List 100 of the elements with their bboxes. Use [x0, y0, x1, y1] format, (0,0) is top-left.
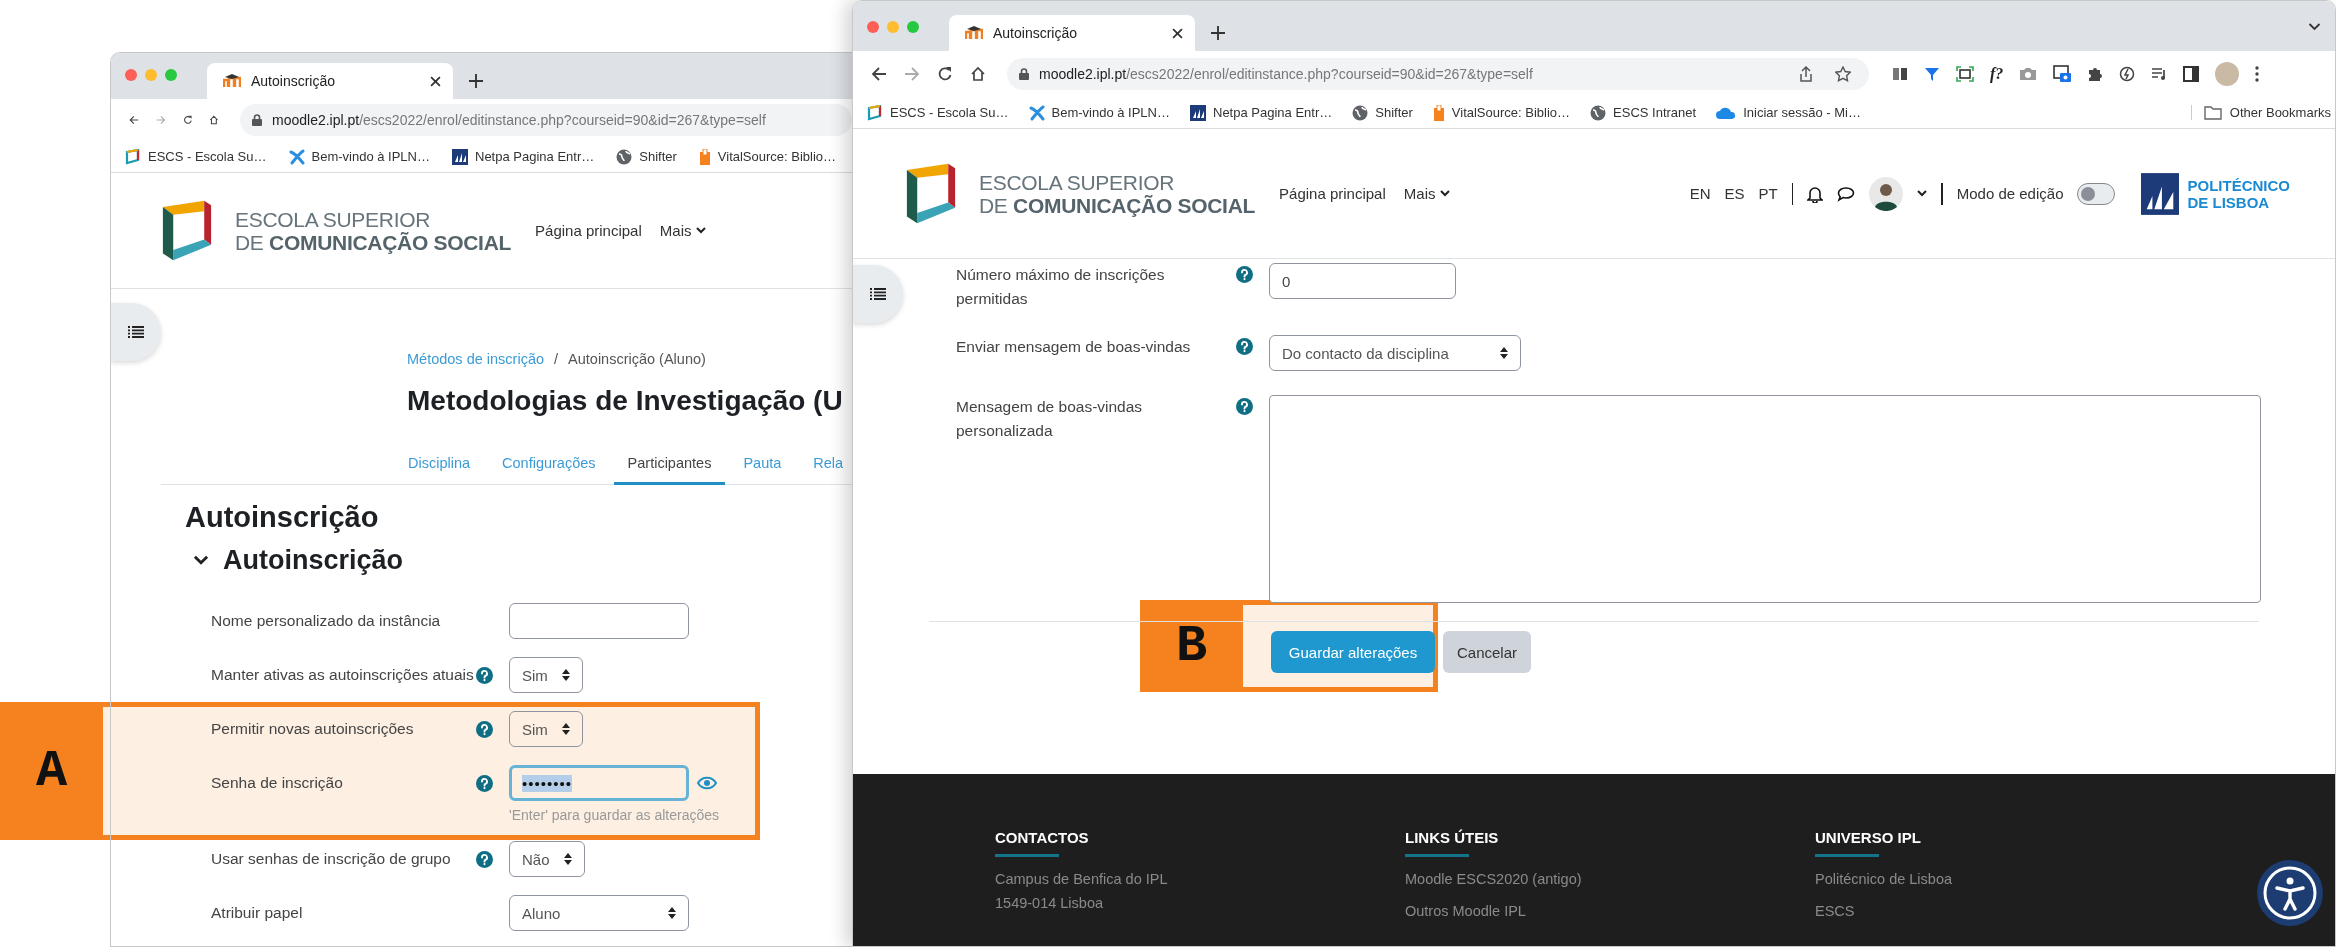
close-icon[interactable] [1172, 27, 1183, 39]
home-icon[interactable] [970, 66, 986, 82]
course-title: Metodologias de Investigação (U [407, 384, 844, 418]
message-field[interactable] [1269, 395, 2261, 603]
puzzle-icon[interactable] [2087, 66, 2104, 82]
more-menu[interactable]: Mais [659, 222, 707, 239]
bell-icon[interactable] [1807, 184, 1824, 203]
new-tab-icon[interactable] [1211, 26, 1225, 40]
more-menu[interactable]: Mais [1403, 185, 1451, 202]
help-icon[interactable] [1236, 266, 1253, 283]
lock-icon [1019, 68, 1029, 80]
edit-mode-switch[interactable] [2077, 182, 2116, 205]
address-line: 1549-014 Lisboa [995, 894, 1105, 913]
address-bar[interactable]: moodle2.ipl.pt/escs2022/enrol/editinstance.php?courseid=90&id=267&type=self [240, 104, 852, 136]
field-label: Atribuir papel [211, 903, 304, 923]
square-frame-logo-icon[interactable] [905, 162, 957, 225]
bookmark-link[interactable]: Bem-vindo à IPLN… [1051, 105, 1170, 120]
footer-heading: UNIVERSO IPL [1815, 829, 1922, 846]
help-icon[interactable] [1236, 338, 1253, 355]
list-icon [128, 326, 144, 338]
more-icon[interactable] [2255, 66, 2260, 82]
cloud-icon [1716, 106, 1737, 119]
text-field[interactable] [509, 603, 689, 639]
window-camera-icon[interactable] [2053, 65, 2072, 83]
help-icon[interactable] [476, 774, 493, 792]
updown-caret-icon [561, 723, 570, 735]
dropdown[interactable]: Aluno [509, 895, 689, 931]
footer-heading: CONTACTOS [995, 829, 1090, 846]
cancel-button[interactable]: Cancelar [1443, 631, 1532, 673]
footer-link[interactable]: Outros Moodle IPL [1405, 901, 1815, 921]
screen-capture-icon[interactable] [1956, 66, 1974, 82]
bookmark-link[interactable]: Bem-vindo à IPLN… [311, 149, 430, 164]
columns-icon[interactable] [1892, 66, 1908, 82]
bookmark-link[interactable]: Other Bookmarks [2229, 105, 2331, 120]
bookmark-link[interactable]: Netpa Pagina Entr… [1213, 105, 1333, 120]
square-frame-logo-icon[interactable] [161, 199, 213, 262]
nav-link[interactable]: Página principal [535, 222, 642, 239]
back-icon[interactable] [871, 66, 887, 82]
dropdown[interactable]: Sim [509, 657, 583, 693]
password-field[interactable]: •••••••• [509, 765, 689, 801]
help-icon[interactable] [476, 850, 493, 868]
language-link[interactable]: ES [1724, 185, 1745, 202]
chat-bubble-icon[interactable] [1837, 185, 1856, 202]
playlist-icon[interactable] [2151, 66, 2168, 82]
footer-link[interactable]: ESCS [1815, 901, 2225, 921]
footer-link[interactable]: Moodle ESCS2020 (antigo) [1405, 869, 1815, 889]
dropdown[interactable]: Sim [509, 711, 583, 747]
chevron-down-icon[interactable] [1917, 190, 1928, 197]
dropdown[interactable]: Do contacto da disciplina [1269, 335, 1521, 371]
field-label: Enviar mensagem de boas-vindas [956, 337, 1192, 357]
chevron-icon[interactable] [193, 555, 209, 565]
bookmark-link[interactable]: Shifter [1375, 105, 1413, 120]
text-field[interactable]: 0 [1269, 263, 1456, 299]
close-icon[interactable] [430, 75, 441, 87]
help-icon[interactable] [476, 666, 493, 684]
funnel-icon[interactable] [1924, 66, 1940, 82]
bookmark-link[interactable]: ESCS - Escola Su… [148, 149, 267, 164]
brand-name: DE LISBOA [2187, 193, 2271, 211]
frame-logo-icon [125, 148, 141, 165]
course-tab[interactable]: Participantes [613, 445, 726, 485]
sails-logo-icon[interactable] [2141, 172, 2180, 215]
bookmark-link[interactable]: VitalSource: Biblio… [1451, 105, 1571, 120]
language-link[interactable]: PT [1758, 185, 1778, 202]
leaf-icon[interactable] [2119, 66, 2136, 82]
sidebar-icon[interactable] [2183, 66, 2200, 82]
section-heading[interactable]: Autoinscrição [223, 543, 404, 577]
browser-tab[interactable]: Autoinscrição [207, 63, 453, 99]
field-label: Permitir novas autoinscrições [211, 719, 415, 739]
language-link[interactable]: EN [1689, 185, 1711, 202]
bookmark-link[interactable]: Shifter [639, 149, 677, 164]
hint-text: 'Enter' para guardar as alterações [509, 806, 721, 823]
bookmark-link[interactable]: Netpa Pagina Entr… [475, 149, 595, 164]
new-tab-icon[interactable] [469, 74, 483, 88]
bookmark-link[interactable]: ESCS - Escola Su… [890, 105, 1009, 120]
nav-link[interactable]: Página principal [1279, 185, 1386, 202]
bookmark-link[interactable]: ESCS Intranet [1613, 105, 1697, 120]
drawer-toggle-button[interactable] [111, 303, 161, 361]
brand-name: POLITÉCNICO [2187, 176, 2290, 194]
folder-icon [2203, 105, 2222, 120]
camera-icon[interactable] [2019, 67, 2038, 81]
chevron-down-icon[interactable] [2308, 23, 2321, 31]
share-icon[interactable] [1799, 66, 1813, 82]
bookmark-link[interactable]: Iniciar sessão - Mi… [1743, 105, 1861, 120]
updown-caret-icon [563, 853, 572, 865]
footer-link[interactable]: Politécnico de Lisboa [1815, 869, 2225, 889]
reload-icon[interactable] [937, 66, 953, 82]
chevron-down-icon [1440, 190, 1451, 197]
address-bar[interactable]: moodle2.ipl.pt/escs2022/enrol/editinstance.php?courseid=90&id=267&type=self [1007, 58, 1869, 90]
user-avatar[interactable] [1869, 176, 1904, 211]
bookmark-link[interactable]: VitalSource: Biblio… [717, 149, 837, 164]
formula-extension-button[interactable]: f? [1990, 65, 2004, 83]
browser-tab[interactable]: Autoinscrição [949, 15, 1195, 51]
star-icon[interactable] [1835, 66, 1851, 82]
help-icon[interactable] [476, 720, 493, 738]
list-icon [870, 288, 886, 300]
eye-icon[interactable] [697, 776, 717, 790]
accessibility-icon[interactable] [2257, 860, 2323, 926]
help-icon[interactable] [1236, 398, 1253, 415]
drawer-toggle-button[interactable] [853, 265, 903, 323]
dropdown[interactable]: Não [509, 841, 585, 877]
